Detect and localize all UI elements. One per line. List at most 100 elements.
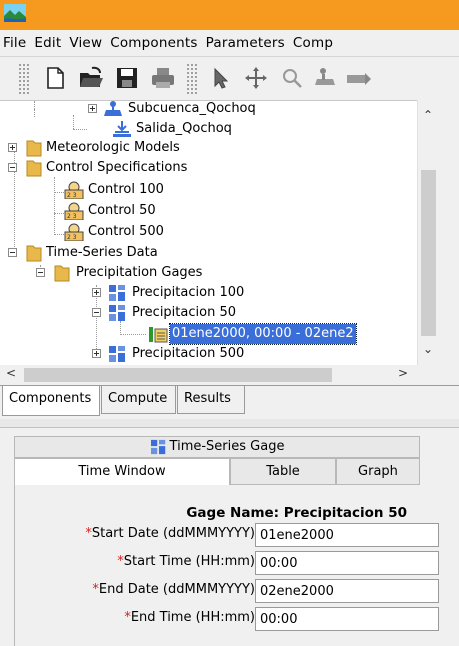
tree-item-control-specifications[interactable]: Control Specifications — [8, 158, 308, 178]
tab-components[interactable]: Components — [2, 386, 100, 416]
folder-icon — [26, 140, 42, 157]
gage-icon — [150, 439, 165, 454]
folder-icon — [54, 265, 70, 282]
add-reach-icon[interactable] — [345, 65, 371, 91]
tree-item-control-500[interactable]: 2 3 Control 500 — [64, 222, 264, 242]
explorer-tabs: Components Compute Results — [0, 385, 459, 419]
scroll-thumb[interactable] — [421, 170, 436, 336]
tree-label: Control 50 — [88, 203, 156, 218]
end-time-input[interactable] — [255, 607, 439, 631]
gage-icon — [109, 305, 125, 321]
print-icon[interactable] — [150, 65, 176, 91]
expand-toggle[interactable] — [88, 104, 97, 113]
start-time-input[interactable] — [255, 551, 439, 575]
menu-view[interactable]: View — [65, 30, 106, 56]
zoom-icon[interactable] — [279, 65, 305, 91]
tree-label: Control 500 — [88, 224, 164, 239]
title-bar — [0, 0, 459, 30]
toolbar-grip — [18, 63, 30, 95]
subbasin-icon — [104, 101, 122, 116]
tree-item-time-window[interactable]: 01ene2000, 00:00 - 02ene2 — [148, 323, 417, 345]
tree-item-salida[interactable]: Salida_Qochoq — [112, 119, 392, 139]
tree-vertical-scrollbar[interactable]: ⌃ ⌄ — [417, 100, 438, 365]
tree-horizontal-scrollbar[interactable]: < > — [0, 365, 417, 385]
svg-text:2 3: 2 3 — [67, 192, 77, 199]
tree-item-precipitacion-500[interactable]: Precipitacion 500 — [92, 344, 392, 364]
tree-label: Precipitacion 500 — [132, 346, 245, 361]
tree-item-precipitation-gages[interactable]: Precipitation Gages — [36, 263, 336, 283]
menu-edit[interactable]: Edit — [30, 30, 65, 56]
component-tree: Subcuenca_Qochoq Salida_Qochoq Meteorolo… — [0, 100, 417, 365]
tree-label: Meteorologic Models — [46, 140, 180, 155]
tree-label: Precipitacion 100 — [132, 285, 245, 300]
gage-name-value: Precipitacion 50 — [283, 505, 407, 521]
svg-text:2 3: 2 3 — [67, 234, 77, 241]
field-start-time: *Start Time (HH:mm) — [15, 551, 439, 575]
menu-components[interactable]: Components — [106, 30, 201, 56]
start-date-label: Start Date (ddMMMYYYY) — [91, 526, 255, 541]
scroll-right-icon[interactable]: > — [398, 366, 408, 380]
tree-item-control-50[interactable]: 2 3 Control 50 — [64, 201, 264, 221]
scroll-down-icon[interactable]: ⌄ — [423, 342, 433, 356]
scroll-thumb[interactable] — [24, 368, 332, 382]
expand-toggle[interactable] — [92, 288, 101, 297]
sink-icon — [113, 121, 131, 137]
control-spec-icon: 2 3 — [64, 202, 84, 220]
editor-header: Time-Series Gage — [14, 436, 420, 458]
open-folder-icon[interactable] — [78, 65, 104, 91]
menu-parameters[interactable]: Parameters — [202, 30, 289, 56]
collapse-toggle[interactable] — [8, 248, 17, 257]
tree-item-meteorologic-models[interactable]: Meteorologic Models — [8, 138, 308, 158]
component-editor: Time-Series Gage Time Window Table Graph… — [0, 428, 459, 646]
collapse-toggle[interactable] — [36, 268, 45, 277]
field-start-date: *Start Date (ddMMMYYYY) — [15, 523, 439, 547]
scroll-up-icon[interactable]: ⌃ — [423, 108, 433, 122]
new-file-icon[interactable] — [42, 65, 68, 91]
tree-label-selected: 01ene2000, 00:00 - 02ene2 — [169, 323, 357, 345]
gage-name-label: Gage Name: — [186, 505, 280, 521]
collapse-toggle[interactable] — [92, 308, 101, 317]
expand-toggle[interactable] — [8, 143, 17, 152]
tree-label: Control 100 — [88, 182, 164, 197]
menu-compute[interactable]: Comp — [289, 30, 337, 56]
tree-item-time-series-data[interactable]: Time-Series Data — [8, 243, 308, 263]
toolbar-separator — [186, 63, 198, 95]
field-label: *Start Time (HH:mm) — [117, 554, 255, 569]
select-arrow-icon[interactable] — [207, 65, 233, 91]
field-label: *End Time (HH:mm) — [124, 610, 255, 625]
field-label: *Start Date (ddMMMYYYY) — [85, 526, 255, 541]
add-subbasin-icon[interactable] — [313, 65, 339, 91]
editor-title: Time-Series Gage — [169, 439, 285, 454]
scroll-left-icon[interactable]: < — [6, 366, 16, 380]
tree-guide — [34, 101, 35, 109]
tree-guide — [120, 321, 121, 335]
control-spec-icon: 2 3 — [64, 223, 84, 241]
time-window-icon — [149, 327, 168, 343]
tab-table[interactable]: Table — [230, 458, 336, 485]
pan-icon[interactable] — [243, 65, 269, 91]
folder-icon — [26, 245, 42, 262]
tab-compute[interactable]: Compute — [101, 386, 176, 414]
menu-file[interactable]: File — [0, 30, 30, 56]
tree-label: Time-Series Data — [46, 245, 158, 260]
tab-time-window[interactable]: Time Window — [14, 458, 230, 486]
tree-guide — [120, 334, 146, 335]
tab-results[interactable]: Results — [177, 386, 245, 414]
app-logo-icon — [4, 4, 26, 22]
time-window-form: Gage Name: Precipitacion 50 *Start Date … — [14, 485, 439, 646]
expand-toggle[interactable] — [92, 349, 101, 358]
tab-graph[interactable]: Graph — [336, 458, 420, 485]
collapse-toggle[interactable] — [8, 163, 17, 172]
end-date-input[interactable] — [255, 579, 439, 603]
tree-item-subcuenca[interactable]: Subcuenca_Qochoq — [88, 101, 388, 119]
start-date-input[interactable] — [255, 523, 439, 547]
panel-splitter[interactable] — [0, 419, 459, 428]
tree-item-control-100[interactable]: 2 3 Control 100 — [64, 180, 264, 200]
control-spec-icon: 2 3 — [64, 181, 84, 199]
gage-icon — [109, 346, 125, 362]
tree-item-precipitacion-50[interactable]: Precipitacion 50 — [92, 303, 392, 323]
toolbar — [0, 56, 459, 100]
tree-item-precipitacion-100[interactable]: Precipitacion 100 — [92, 283, 392, 303]
save-icon[interactable] — [114, 65, 140, 91]
gage-icon — [109, 285, 125, 301]
